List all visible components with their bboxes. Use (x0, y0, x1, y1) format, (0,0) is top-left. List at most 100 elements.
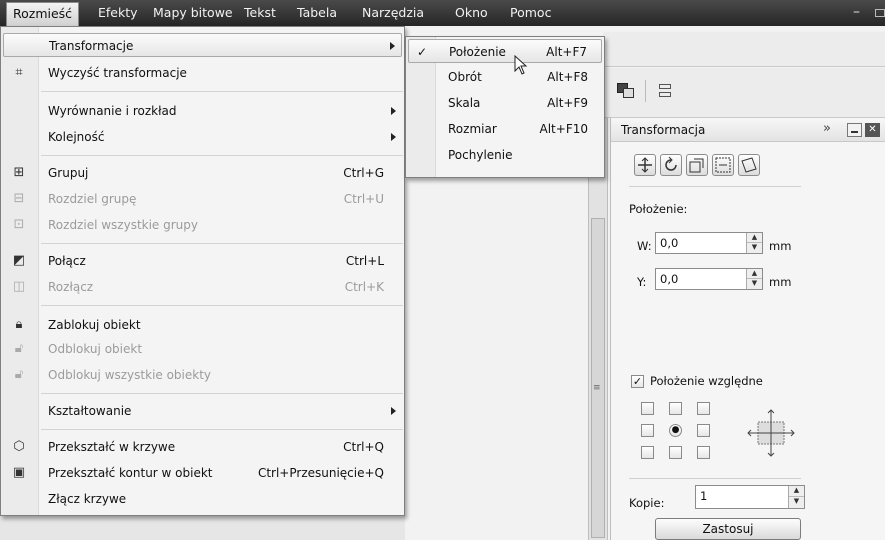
submenu-item-label: Położenie (449, 45, 506, 59)
anchor-middle-left[interactable] (641, 424, 654, 437)
group-icon: ⊞ (13, 165, 25, 180)
docker-divider-2 (629, 478, 801, 479)
anchor-bottom-center[interactable] (669, 446, 682, 459)
submenu-item-skala[interactable]: Skala Alt+F9 (408, 91, 602, 115)
menu-rozmiesc[interactable]: Rozmieść (6, 2, 80, 27)
minimize-button[interactable]: – (853, 0, 860, 26)
submenu-item-shortcut: Alt+F7 (546, 45, 587, 59)
menu-narzedzia[interactable]: Narzędzia (362, 0, 424, 26)
relative-position-label: Położenie względne (650, 374, 763, 388)
relative-position-checkbox[interactable]: ✓ (631, 375, 644, 388)
anchor-top-center[interactable] (669, 402, 682, 415)
outline-to-object-icon: ▣ (12, 465, 26, 480)
anchor-middle-right[interactable] (697, 424, 710, 437)
menu-item-polacz[interactable]: ◩ Połącz Ctrl+L (3, 249, 402, 273)
minimize-icon (851, 131, 858, 133)
menu-item-shortcut: Ctrl+U (343, 192, 384, 206)
menu-item-transformacje[interactable]: Transformacje (3, 33, 402, 57)
separator (645, 80, 646, 102)
scroll-thumb[interactable] (591, 218, 605, 538)
menu-item-przeksztalc-w-krzywe[interactable]: ⬡ Przekształć w krzywe Ctrl+Q (3, 435, 402, 459)
align-icon[interactable] (657, 80, 673, 102)
menu-item-wyczysc-transformacje[interactable]: ⌗ Wyczyść transformacje (3, 61, 402, 85)
submenu-arrow-icon (390, 42, 395, 50)
expand-icon[interactable]: » (823, 118, 831, 140)
submenu-arrow-icon (391, 133, 396, 141)
scale-icon (689, 158, 704, 173)
scale-mode-button[interactable] (686, 154, 708, 176)
menu-item-label: Odblokuj wszystkie obiekty (48, 368, 212, 382)
menu-item-rozlacz[interactable]: ◫ Rozłącz Ctrl+K (3, 275, 402, 299)
rotate-mode-button[interactable] (660, 154, 682, 176)
restore-icon[interactable] (875, 9, 885, 17)
menu-item-label: Przekształć w krzywe (48, 440, 176, 454)
anchor-bottom-right[interactable] (697, 446, 710, 459)
anchor-preview-icon (747, 409, 795, 457)
menu-item-kolejnosc[interactable]: Kolejność (3, 125, 402, 149)
menu-item-odblokuj[interactable]: 🔓︎ Odblokuj obiekt (3, 337, 402, 361)
menu-item-zlacz-krzywe[interactable]: Złącz krzywe (3, 487, 402, 511)
menu-item-shortcut: Ctrl+L (345, 254, 384, 268)
submenu-item-polozenie[interactable]: ✓ Położenie Alt+F7 (408, 39, 602, 63)
menu-item-grupuj[interactable]: ⊞ Grupuj Ctrl+G (3, 161, 402, 185)
position-w-input[interactable]: 0,0 ▲ ▼ (655, 232, 763, 254)
menu-separator (41, 305, 403, 306)
menu-efekty[interactable]: Efekty (98, 0, 138, 26)
submenu-item-label: Skala (448, 96, 481, 110)
menu-separator (41, 243, 403, 244)
menu-item-label: Rozdziel wszystkie grupy (48, 218, 198, 232)
submenu-item-rozmiar[interactable]: Rozmiar Alt+F10 (408, 117, 602, 141)
submenu-item-pochylenie[interactable]: Pochylenie (408, 143, 602, 167)
position-y-input[interactable]: 0,0 ▲ ▼ (655, 268, 763, 290)
position-y-value: 0,0 (660, 272, 679, 286)
skew-icon (741, 157, 757, 173)
mouse-cursor-icon (514, 55, 528, 75)
anchor-center[interactable]: ● (669, 424, 682, 437)
anchor-top-left[interactable] (641, 402, 654, 415)
menu-item-label: Kolejność (48, 130, 105, 144)
anchor-bottom-left[interactable] (641, 446, 654, 459)
menu-item-odblokuj-wszystkie[interactable]: 🔓︎ Odblokuj wszystkie obiekty (3, 363, 402, 387)
menu-item-ksztaltowanie[interactable]: Kształtowanie (3, 399, 402, 423)
size-mode-button[interactable] (712, 154, 734, 176)
apply-button[interactable]: Zastosuj (655, 518, 801, 540)
order-icon[interactable] (615, 80, 637, 102)
menu-item-rozdziel-wszystkie[interactable]: ⊡ Rozdziel wszystkie grupy (3, 213, 402, 237)
anchor-top-right[interactable] (697, 402, 710, 415)
docker-close-button[interactable]: ✕ (865, 123, 880, 137)
transformations-submenu: ✓ Położenie Alt+F7 Obrót Alt+F8 Skala Al… (405, 36, 605, 178)
skew-mode-button[interactable] (738, 154, 760, 176)
submenu-item-shortcut: Alt+F10 (539, 122, 588, 136)
docker-header: Transformacja » ✕ (611, 118, 885, 142)
vertical-scrollbar[interactable]: ≡ (588, 118, 608, 540)
ungroup-icon: ⊟ (13, 191, 25, 206)
docker-divider (629, 186, 801, 187)
break-apart-icon: ◫ (12, 279, 26, 294)
grip-icon: ≡ (593, 383, 601, 393)
menu-mapy-bitowe[interactable]: Mapy bitowe (153, 0, 233, 26)
docker-minimize-button[interactable] (847, 123, 862, 137)
submenu-item-shortcut: Alt+F8 (547, 70, 588, 84)
menu-item-label: Odblokuj obiekt (48, 342, 143, 356)
menu-item-label: Wyczyść transformacje (48, 66, 187, 80)
menu-item-zablokuj[interactable]: 🔒︎ Zablokuj obiekt (3, 313, 402, 337)
menu-item-rozdziel-grupe[interactable]: ⊟ Rozdziel grupę Ctrl+U (3, 187, 402, 211)
copies-input[interactable]: 1 ▲ ▼ (695, 485, 805, 509)
menu-tabela[interactable]: Tabela (297, 0, 337, 26)
w-spinner[interactable]: ▲ ▼ (746, 233, 762, 253)
position-mode-button[interactable] (634, 154, 656, 176)
menu-item-label: Złącz krzywe (48, 492, 127, 506)
y-spinner[interactable]: ▲ ▼ (746, 269, 762, 289)
menu-okno[interactable]: Okno (455, 0, 488, 26)
menu-bar: Rozmieść Efekty Mapy bitowe Tekst Tabela… (0, 0, 885, 27)
menu-tekst[interactable]: Tekst (244, 0, 276, 26)
copies-spinner[interactable]: ▲ ▼ (788, 486, 804, 508)
check-icon: ✓ (417, 45, 428, 59)
menu-item-wyrownanie[interactable]: Wyrównanie i rozkład (3, 99, 402, 123)
menu-item-label: Wyrównanie i rozkład (48, 104, 177, 118)
menu-pomoc[interactable]: Pomoc (510, 0, 551, 26)
submenu-item-obrot[interactable]: Obrót Alt+F8 (408, 65, 602, 89)
menu-separator (41, 429, 403, 430)
menu-item-kontur-w-obiekt[interactable]: ▣ Przekształć kontur w obiekt Ctrl+Przes… (3, 461, 402, 485)
menu-item-label: Transformacje (49, 39, 134, 53)
